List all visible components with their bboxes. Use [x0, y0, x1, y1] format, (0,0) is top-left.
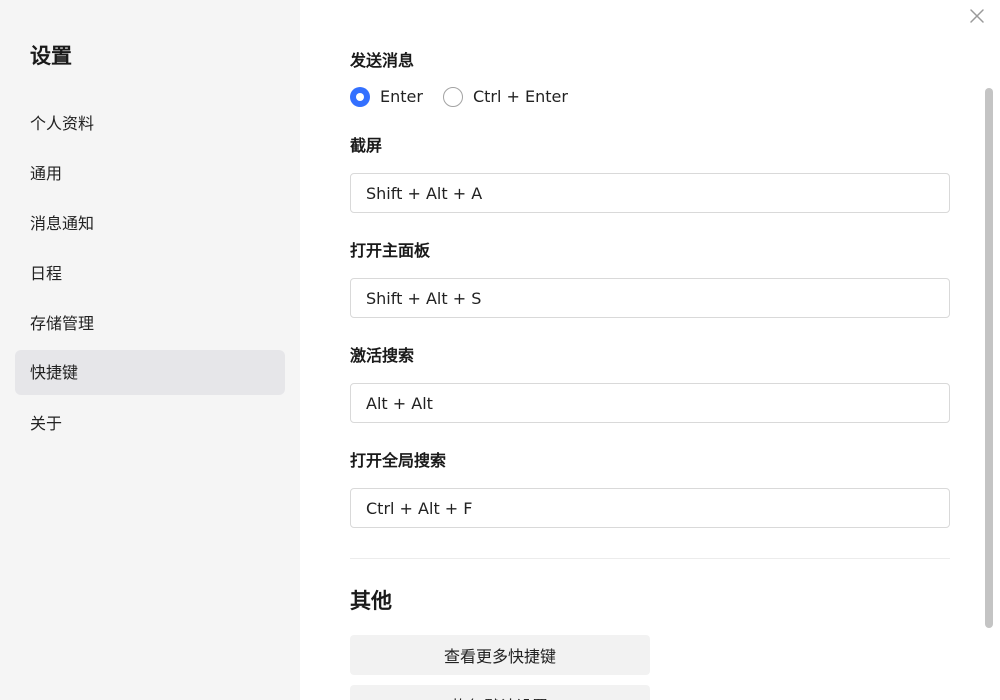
global-search-shortcut-input[interactable]	[350, 488, 950, 528]
open-main-panel-shortcut-input[interactable]	[350, 278, 950, 318]
radio-ctrl-enter-label: Ctrl + Enter	[472, 87, 568, 106]
radio-checked-icon	[350, 87, 370, 107]
settings-window: 设置 个人资料 通用 消息通知 日程 存储管理 快捷键 关于 发送消息 Ente…	[0, 0, 1000, 700]
send-message-label: 发送消息	[350, 51, 415, 70]
scrollbar-thumb[interactable]	[985, 88, 993, 628]
radio-ctrl-enter[interactable]: Ctrl + Enter	[442, 86, 568, 108]
sidebar-item-about[interactable]: 关于	[15, 401, 285, 446]
sidebar-item-general[interactable]: 通用	[15, 151, 285, 196]
global-search-label: 打开全局搜索	[350, 451, 447, 470]
sidebar-title: 设置	[30, 44, 72, 68]
send-message-radio-group: Enter Ctrl + Enter	[350, 86, 568, 108]
radio-unchecked-icon	[442, 87, 463, 107]
sidebar-item-calendar[interactable]: 日程	[15, 251, 285, 296]
screenshot-label: 截屏	[350, 136, 383, 155]
sidebar-item-shortcuts[interactable]: 快捷键	[15, 350, 285, 395]
restore-defaults-button[interactable]: 恢复默认设置	[350, 685, 650, 700]
open-main-panel-label: 打开主面板	[350, 241, 431, 260]
close-button[interactable]	[967, 6, 987, 26]
activate-search-shortcut-input[interactable]	[350, 383, 950, 423]
radio-enter[interactable]: Enter	[350, 86, 423, 108]
activate-search-label: 激活搜索	[350, 346, 415, 365]
sidebar: 设置 个人资料 通用 消息通知 日程 存储管理 快捷键 关于	[0, 0, 300, 700]
radio-enter-label: Enter	[380, 87, 423, 106]
close-icon	[970, 9, 984, 23]
screenshot-shortcut-input[interactable]	[350, 173, 950, 213]
view-more-shortcuts-button[interactable]: 查看更多快捷键	[350, 635, 650, 675]
sidebar-item-profile[interactable]: 个人资料	[15, 101, 285, 146]
sidebar-item-notifications[interactable]: 消息通知	[15, 201, 285, 246]
settings-content: 发送消息 Enter Ctrl + Enter 截屏 打开主面板 激活搜索 打开…	[300, 0, 1000, 700]
section-divider	[350, 558, 950, 559]
other-section-title: 其他	[350, 589, 392, 613]
sidebar-item-storage[interactable]: 存储管理	[15, 301, 285, 346]
